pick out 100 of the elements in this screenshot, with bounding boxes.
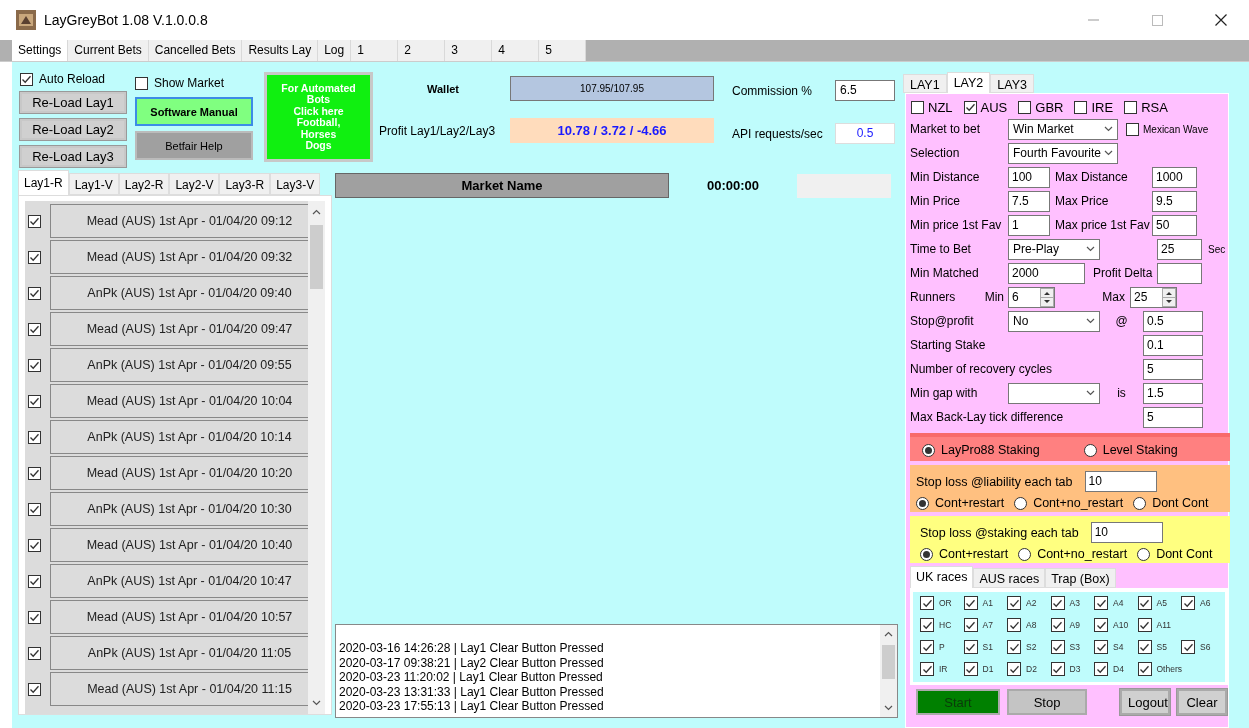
tab[interactable]: Lay1-R [18,170,69,195]
checkbox[interactable] [920,596,934,610]
tab[interactable]: Results Lay [242,40,319,61]
checkbox[interactable] [920,662,934,676]
race-button[interactable]: AnPk (AUS) 1st Apr - 01/04/20 09:40 [50,276,308,310]
checkbox[interactable] [1124,100,1138,114]
radio-button[interactable] [1137,547,1151,561]
close-icon[interactable] [1215,14,1227,26]
spinner-arrows-icon[interactable] [1040,287,1054,307]
race-button[interactable]: Mead (AUS) 1st Apr - 01/04/20 11:15 [50,672,308,706]
action-button[interactable]: Logout [1120,689,1170,715]
input-field[interactable]: 50 [1152,214,1197,236]
checkbox[interactable] [1181,640,1195,654]
reload-button[interactable]: Re-Load Lay2 [20,119,126,140]
dropdown[interactable]: Pre-Play [1008,238,1100,260]
checkbox[interactable] [1126,122,1139,136]
input-field[interactable]: 1 [1008,214,1050,236]
tab[interactable]: LAY2 [946,72,991,93]
checkbox[interactable] [1094,618,1108,632]
checkbox[interactable] [1007,618,1021,632]
checkbox[interactable] [963,596,978,610]
checkbox[interactable] [1018,100,1032,114]
tab[interactable]: Lay2-R [118,173,170,195]
chevron-down-icon[interactable] [884,705,893,711]
radio-button[interactable] [920,547,933,561]
race-button[interactable]: AnPk (AUS) 1st Apr - 01/04/20 10:14 [50,420,308,454]
checkbox[interactable] [920,640,934,654]
race-button[interactable]: AnPk (AUS) 1st Apr - 01/04/20 11:05 [50,636,308,670]
checkbox[interactable] [1050,662,1065,676]
tab[interactable]: Trap (Box) [1045,568,1116,588]
spinner-arrows-icon[interactable] [1162,287,1176,307]
tab[interactable]: LAY3 [990,74,1034,93]
tab[interactable]: Lay2-V [169,173,220,195]
race-button[interactable]: AnPk (AUS) 1st Apr - 01/04/20 10:47 [50,564,308,598]
race-button[interactable]: Mead (AUS) 1st Apr - 01/04/20 09:32 [50,240,308,274]
checkbox[interactable] [1181,596,1195,610]
commission-field[interactable]: 6.5 [835,80,895,101]
input-field[interactable]: 7.5 [1008,190,1050,212]
checkbox[interactable] [1137,618,1152,632]
chevron-down-icon[interactable] [312,700,321,706]
action-button[interactable]: Clear [1177,689,1227,715]
tab[interactable]: 2 [398,40,446,61]
chevron-down-icon[interactable] [1086,246,1095,252]
chevron-down-icon[interactable] [1086,318,1095,324]
tab[interactable]: 5 [539,40,587,61]
tab[interactable]: 4 [492,40,540,61]
checkbox[interactable] [1137,596,1152,610]
checkbox[interactable] [28,682,41,696]
manual-button[interactable]: Software Manual [135,97,253,126]
checkbox[interactable] [1137,662,1152,676]
input-field[interactable]: 0.5 [1143,310,1203,332]
tab[interactable]: Log [318,40,352,61]
input-field[interactable]: 1000 [1152,166,1197,188]
radio-button[interactable] [916,496,929,510]
checkbox[interactable] [28,502,41,516]
tab[interactable]: 1 [351,40,399,61]
chevron-down-icon[interactable] [1104,150,1113,156]
checkbox[interactable] [1094,640,1108,654]
checkbox[interactable] [28,538,41,552]
checkbox[interactable] [1094,596,1108,610]
checkbox[interactable] [28,574,41,588]
input-field[interactable]: 2000 [1008,262,1085,284]
race-button[interactable]: Mead (AUS) 1st Apr - 01/04/20 09:47 [50,312,308,346]
checkbox[interactable] [1007,640,1021,654]
input-field[interactable]: 25 [1157,238,1202,260]
checkbox[interactable] [963,100,977,114]
stop-button[interactable]: Stop [1007,689,1087,715]
checkbox[interactable] [963,662,978,676]
chevron-up-icon[interactable] [312,209,321,215]
checkbox[interactable] [1050,640,1065,654]
input-field[interactable]: 0.1 [1143,334,1203,356]
api-rate-field[interactable]: 0.5 [835,123,895,144]
tab[interactable]: Current Bets [68,40,149,61]
checkbox[interactable] [1007,662,1021,676]
tab[interactable]: 3 [445,40,493,61]
radio-button[interactable] [1014,496,1028,510]
checkbox[interactable] [20,72,33,86]
tab[interactable]: Settings [12,40,69,61]
checkbox[interactable] [28,322,41,336]
tab[interactable]: Lay3-V [270,173,321,195]
tab[interactable]: AUS races [973,568,1046,588]
checkbox[interactable] [28,250,41,264]
checkbox[interactable] [1137,640,1152,654]
reload-button[interactable]: Re-Load Lay3 [20,146,126,167]
dropdown[interactable] [1008,382,1100,404]
input-field[interactable]: 10 [1090,522,1163,543]
radio-button[interactable] [1083,443,1097,457]
checkbox[interactable] [963,618,978,632]
checkbox[interactable] [1094,662,1108,676]
scrollbar-thumb[interactable] [882,645,895,679]
race-button[interactable]: Mead (AUS) 1st Apr - 01/04/20 10:04 [50,384,308,418]
input-field[interactable]: 5 [1143,358,1203,380]
checkbox[interactable] [28,214,41,228]
tab[interactable]: LAY1 [903,74,947,93]
checkbox[interactable] [28,466,41,480]
race-button[interactable]: AnPk (AUS) 1st Apr - 01/04/20 09:55 [50,348,308,382]
scrollbar[interactable] [308,201,325,714]
scrollbar[interactable] [880,625,897,717]
chevron-up-icon[interactable] [884,631,893,637]
chevron-down-icon[interactable] [1104,126,1113,132]
